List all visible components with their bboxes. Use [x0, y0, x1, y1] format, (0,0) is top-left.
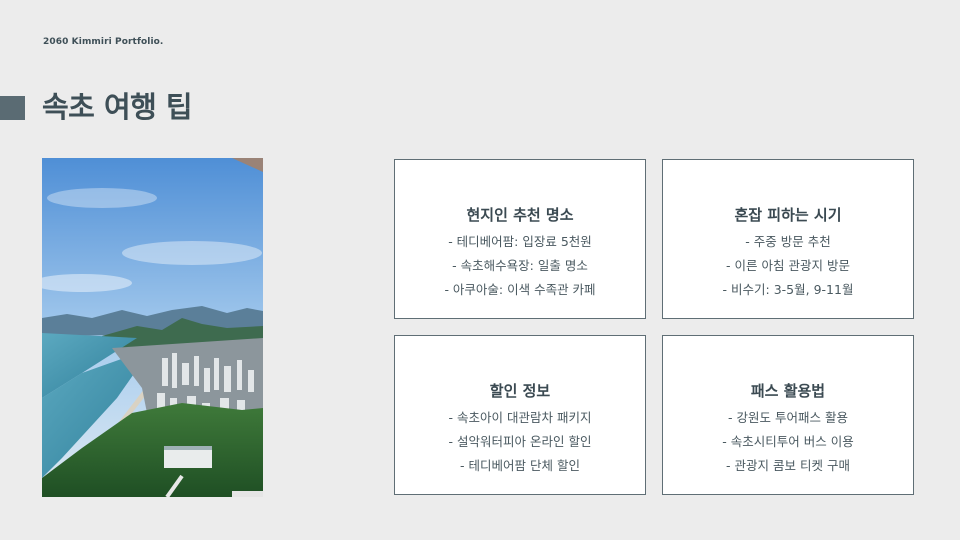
- list-item: - 주중 방문 추천: [745, 234, 831, 249]
- card-list: - 주중 방문 추천 - 이른 아침 관광지 방문 - 비수기: 3-5월, 9…: [663, 230, 913, 302]
- list-item: - 강원도 투어패스 활용: [728, 410, 848, 425]
- brand-label: 2060 Kimmiri Portfolio.: [43, 37, 164, 47]
- card-discounts: 할인 정보 - 속초아이 대관람차 패키지 - 설악워터피아 온라인 할인 - …: [394, 335, 646, 495]
- card-title: 패스 활용법: [750, 382, 826, 400]
- list-item: - 관광지 콤보 티켓 구매: [726, 458, 850, 473]
- list-item: - 테디베어팜 단체 할인: [460, 458, 580, 473]
- card-local-spots: 현지인 추천 명소 - 테디베어팜: 입장료 5천원 - 속초해수욕장: 일출 …: [394, 159, 646, 319]
- page-title: 속초 여행 팁: [42, 90, 193, 124]
- card-list: - 강원도 투어패스 활용 - 속초시티투어 버스 이용 - 관광지 콤보 티켓…: [663, 406, 913, 478]
- card-avoid-crowds: 혼잡 피하는 시기 - 주중 방문 추천 - 이른 아침 관광지 방문 - 비수…: [662, 159, 914, 319]
- list-item: - 속초시티투어 버스 이용: [722, 434, 854, 449]
- list-item: - 이른 아침 관광지 방문: [726, 258, 850, 273]
- card-list: - 테디베어팜: 입장료 5천원 - 속초해수욕장: 일출 명소 - 아쿠아술:…: [395, 230, 645, 302]
- list-item: - 속초해수욕장: 일출 명소: [452, 258, 588, 273]
- list-item: - 설악워터피아 온라인 할인: [448, 434, 592, 449]
- card-list: - 속초아이 대관람차 패키지 - 설악워터피아 온라인 할인 - 테디베어팜 …: [395, 406, 645, 478]
- card-title: 혼잡 피하는 시기: [734, 206, 842, 224]
- card-title: 현지인 추천 명소: [466, 206, 574, 224]
- list-item: - 아쿠아술: 이색 수족관 카페: [444, 282, 596, 297]
- card-title: 할인 정보: [489, 382, 551, 400]
- sokcho-aerial-photo: [42, 158, 263, 497]
- list-item: - 속초아이 대관람차 패키지: [448, 410, 592, 425]
- list-item: - 테디베어팜: 입장료 5천원: [448, 234, 592, 249]
- card-pass-usage: 패스 활용법 - 강원도 투어패스 활용 - 속초시티투어 버스 이용 - 관광…: [662, 335, 914, 495]
- list-item: - 비수기: 3-5월, 9-11월: [722, 282, 854, 297]
- title-accent-bar: [0, 96, 25, 120]
- city-coast-image: [42, 158, 263, 497]
